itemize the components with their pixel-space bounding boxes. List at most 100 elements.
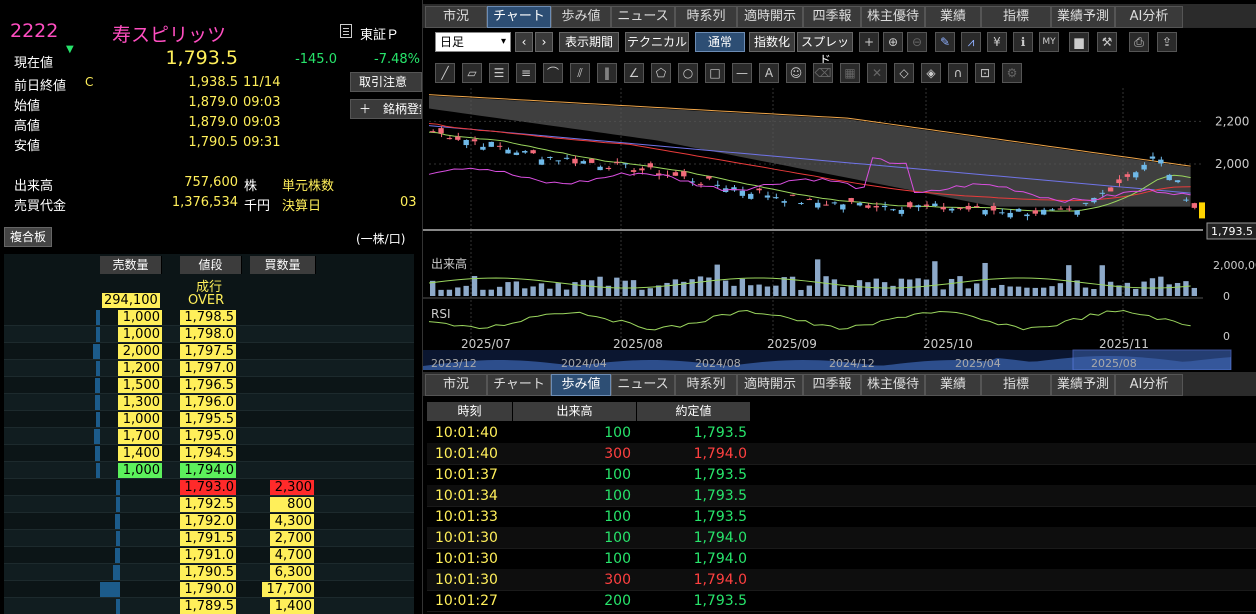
top-tab-5[interactable]: 適時開示: [737, 6, 803, 28]
tag-icon[interactable]: ◇: [894, 63, 914, 83]
wrench-icon[interactable]: ⚒: [1097, 32, 1117, 52]
bid-price[interactable]: 1,792.5: [180, 497, 236, 512]
top-tab-10[interactable]: 業績予測: [1051, 6, 1115, 28]
bottom-tab-11[interactable]: AI分析: [1115, 374, 1183, 396]
zoom-in-icon[interactable]: ⊕: [883, 32, 903, 52]
info-icon[interactable]: ℹ: [1013, 32, 1033, 52]
trendline-icon[interactable]: ╱: [435, 63, 455, 83]
bottom-tab-1[interactable]: チャート: [487, 374, 551, 396]
period-select[interactable]: 日足: [435, 32, 511, 52]
ask-row[interactable]: 1,000 1,795.5: [4, 411, 414, 428]
top-tab-4[interactable]: 時系列: [675, 6, 737, 28]
ask-row[interactable]: 1,000 1,798.5: [4, 309, 414, 326]
price-chart[interactable]: 2,200 2,000 1,793.5 出来高 2,000,000 0 RSI 0 2025/0…: [423, 88, 1256, 370]
ruler-icon[interactable]: ▱: [462, 63, 482, 83]
bid-price[interactable]: 1,789.5: [180, 599, 236, 614]
bid-row[interactable]: 1,793.0 2,300: [4, 479, 414, 496]
hline-icon[interactable]: —: [732, 63, 752, 83]
magnet-icon[interactable]: ∩: [948, 63, 968, 83]
normal-button[interactable]: 通常: [695, 32, 745, 52]
bottom-tab-2[interactable]: 歩み値: [551, 374, 611, 396]
bid-row[interactable]: 1,792.0 4,300: [4, 513, 414, 530]
export-icon[interactable]: ⇪: [1157, 32, 1177, 52]
ask-price[interactable]: 1,798.5: [180, 310, 236, 325]
lock-icon[interactable]: ⊡: [975, 63, 995, 83]
yen-icon[interactable]: ¥: [987, 32, 1007, 52]
ask-row[interactable]: 1,000 1,798.0: [4, 326, 414, 343]
fan-icon[interactable]: ⫽: [570, 63, 590, 83]
bottom-tab-9[interactable]: 指標: [981, 374, 1051, 396]
bid-row[interactable]: 1,792.5 800: [4, 496, 414, 513]
ask-price[interactable]: 1,796.5: [180, 378, 236, 393]
print-icon[interactable]: ⎙: [1129, 32, 1149, 52]
rect-icon[interactable]: □: [705, 63, 725, 83]
my-chart-icon[interactable]: MY: [1039, 32, 1059, 52]
top-tab-6[interactable]: 四季報: [803, 6, 861, 28]
top-tab-3[interactable]: ニュース: [611, 6, 675, 28]
prev-button[interactable]: ‹: [515, 32, 533, 52]
top-tab-9[interactable]: 指標: [981, 6, 1051, 28]
ask-price[interactable]: 1,794.0: [180, 463, 236, 478]
ask-row[interactable]: 1,200 1,797.0: [4, 360, 414, 377]
circle-icon[interactable]: ○: [678, 63, 698, 83]
index-button[interactable]: 指数化: [749, 32, 795, 52]
bottom-tab-5[interactable]: 適時開示: [737, 374, 803, 396]
bid-price[interactable]: 1,791.0: [180, 548, 236, 563]
vlines-icon[interactable]: ≡: [516, 63, 536, 83]
ask-price[interactable]: 1,794.5: [180, 446, 236, 461]
bid-row[interactable]: 1,791.5 2,700: [4, 530, 414, 547]
ask-price[interactable]: 1,795.0: [180, 429, 236, 444]
top-tab-7[interactable]: 株主優待: [861, 6, 925, 28]
trash-icon[interactable]: ✕: [867, 63, 887, 83]
document-icon[interactable]: [340, 24, 352, 38]
ask-price[interactable]: 1,795.5: [180, 412, 236, 427]
line-chart-icon[interactable]: ⩘: [961, 32, 981, 52]
bars-icon[interactable]: ‖: [597, 63, 617, 83]
arc-icon[interactable]: ⌒: [543, 63, 563, 83]
bottom-tab-6[interactable]: 四季報: [803, 374, 861, 396]
zoom-out-icon[interactable]: ⊖: [907, 32, 927, 52]
next-button[interactable]: ›: [535, 32, 553, 52]
angle-icon[interactable]: ∠: [624, 63, 644, 83]
bid-row[interactable]: 1,789.5 1,400: [4, 598, 414, 614]
text-icon[interactable]: A: [759, 63, 779, 83]
ask-row[interactable]: 2,000 1,797.5: [4, 343, 414, 360]
volume-chart-icon[interactable]: ▆: [1069, 32, 1089, 52]
bid-row[interactable]: 1,790.0 17,700: [4, 581, 414, 598]
pencil-icon[interactable]: ✎: [935, 32, 955, 52]
technical-button[interactable]: テクニカル: [625, 32, 689, 52]
top-tab-0[interactable]: 市況: [425, 6, 487, 28]
ask-price[interactable]: 1,798.0: [180, 327, 236, 342]
bottom-tab-10[interactable]: 業績予測: [1051, 374, 1115, 396]
ask-price[interactable]: 1,796.0: [180, 395, 236, 410]
ask-row[interactable]: 1,500 1,796.5: [4, 377, 414, 394]
delete-icon[interactable]: ▦: [840, 63, 860, 83]
ask-row[interactable]: 1,700 1,795.0: [4, 428, 414, 445]
ask-row[interactable]: 1,300 1,796.0: [4, 394, 414, 411]
hlines-icon[interactable]: ☰: [489, 63, 509, 83]
settings-icon[interactable]: ⚙: [1002, 63, 1022, 83]
add-symbol-button[interactable]: ＋ 銘柄登録: [350, 99, 422, 119]
display-period-button[interactable]: 表示期間: [559, 32, 619, 52]
bottom-tab-4[interactable]: 時系列: [675, 374, 737, 396]
bottom-tab-3[interactable]: ニュース: [611, 374, 675, 396]
bid-price[interactable]: 1,793.0: [180, 480, 236, 495]
bottom-tab-8[interactable]: 業績: [925, 374, 981, 396]
ask-row[interactable]: 1,400 1,794.5: [4, 445, 414, 462]
bottom-tab-0[interactable]: 市況: [425, 374, 487, 396]
top-tab-1[interactable]: チャート: [487, 6, 551, 28]
top-tab-8[interactable]: 業績: [925, 6, 981, 28]
smiley-icon[interactable]: ☺: [786, 63, 806, 83]
eraser-icon[interactable]: ⌫: [813, 63, 833, 83]
tag2-icon[interactable]: ◈: [921, 63, 941, 83]
ask-price[interactable]: 1,797.5: [180, 344, 236, 359]
ask-row[interactable]: 1,000 1,794.0: [4, 462, 414, 479]
bid-price[interactable]: 1,790.5: [180, 565, 236, 580]
trade-notice-button[interactable]: 取引注意: [350, 72, 422, 92]
bottom-tab-7[interactable]: 株主優待: [861, 374, 925, 396]
composite-board-tab[interactable]: 複合板: [4, 227, 52, 247]
bid-row[interactable]: 1,790.5 6,300: [4, 564, 414, 581]
top-tab-11[interactable]: AI分析: [1115, 6, 1183, 28]
pentagon-icon[interactable]: ⬠: [651, 63, 671, 83]
spread-button[interactable]: スプレッド: [797, 32, 853, 67]
